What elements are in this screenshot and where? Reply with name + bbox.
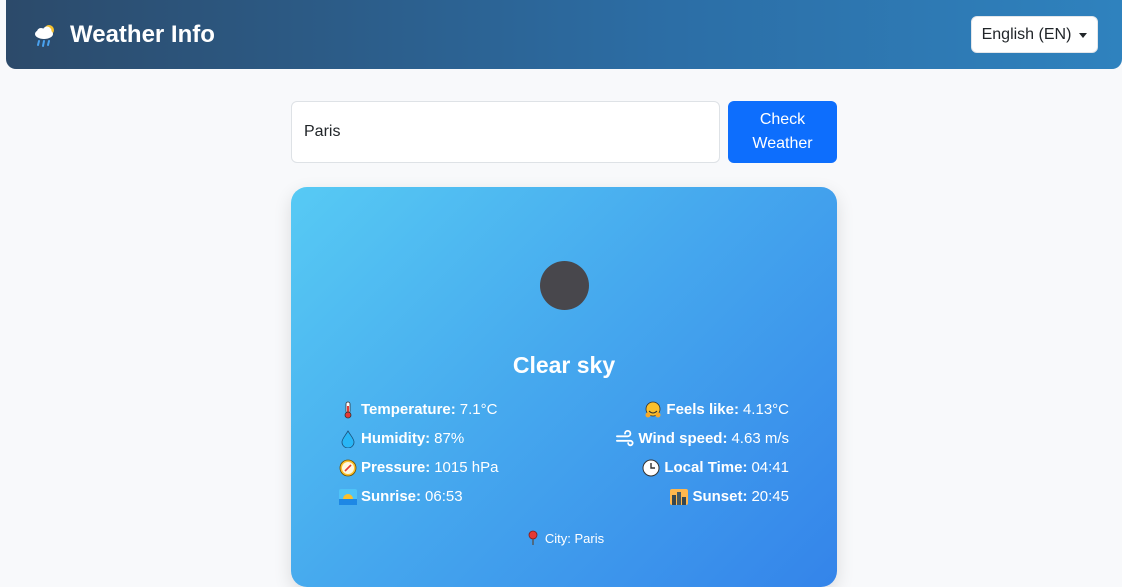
stat-label: Pressure: [361,459,431,476]
language-dropdown[interactable]: English (EN) [971,16,1098,53]
stat-value: 4.63 m/s [731,430,789,447]
thermometer-icon [339,401,357,419]
stat-pressure: Pressure: 1015 hPa [339,457,564,478]
stat-label: Local Time: [664,459,748,476]
language-label: English (EN) [981,25,1072,43]
clock-icon [642,459,660,477]
stat-label: Feels like: [666,401,739,418]
weather-stats: Temperature: 7.1°C Feels like: 4.13°C Hu… [339,399,789,507]
brand-title: Weather Info [70,20,215,48]
droplet-icon [339,429,357,448]
stat-value: 4.13°C [742,401,789,418]
stat-value: 7.1°C [459,401,498,418]
stat-value: 06:53 [425,488,463,505]
stat-label: Temperature: [361,401,456,418]
stat-label: Humidity: [361,430,431,447]
cloud-rain-sun-icon [32,21,60,49]
stat-value: 87% [434,430,465,447]
sunset-city-icon [670,488,689,506]
stat-temperature: Temperature: 7.1°C [339,399,564,420]
stat-label: Wind speed: [638,430,728,447]
brand[interactable]: Weather Info [32,21,215,49]
check-weather-button[interactable]: Check Weather [728,101,837,163]
caret-down-icon [1079,32,1088,38]
stat-local-time: Local Time: 04:41 [564,457,789,478]
stat-sunrise: Sunrise: 06:53 [339,486,564,507]
compass-icon [339,459,357,477]
stat-value: 20:45 [751,488,789,505]
stat-label: Sunrise: [361,488,422,505]
hugging-face-icon [644,401,662,419]
city-footer: City: Paris [291,529,837,547]
stat-label: Sunset: [692,488,748,505]
wind-icon [616,429,634,448]
weather-card: Clear sky Temperature: 7.1°C Feels like:… [291,187,837,587]
stat-humidity: Humidity: 87% [339,428,564,449]
stat-wind-speed: Wind speed: 4.63 m/s [564,428,789,449]
pin-icon [524,529,542,547]
stat-value: 04:41 [751,459,789,476]
stat-value: 1015 hPa [434,459,499,476]
weather-condition-icon [540,261,589,310]
navbar: Weather Info English (EN) [6,0,1122,69]
stat-sunset: Sunset: 20:45 [564,486,789,507]
search-form: Check Weather [291,101,837,163]
weather-condition: Clear sky [512,352,616,378]
sunrise-icon [339,488,357,506]
city-text: City: Paris [544,530,605,546]
city-input[interactable] [291,101,720,163]
stat-feels-like: Feels like: 4.13°C [564,399,789,420]
